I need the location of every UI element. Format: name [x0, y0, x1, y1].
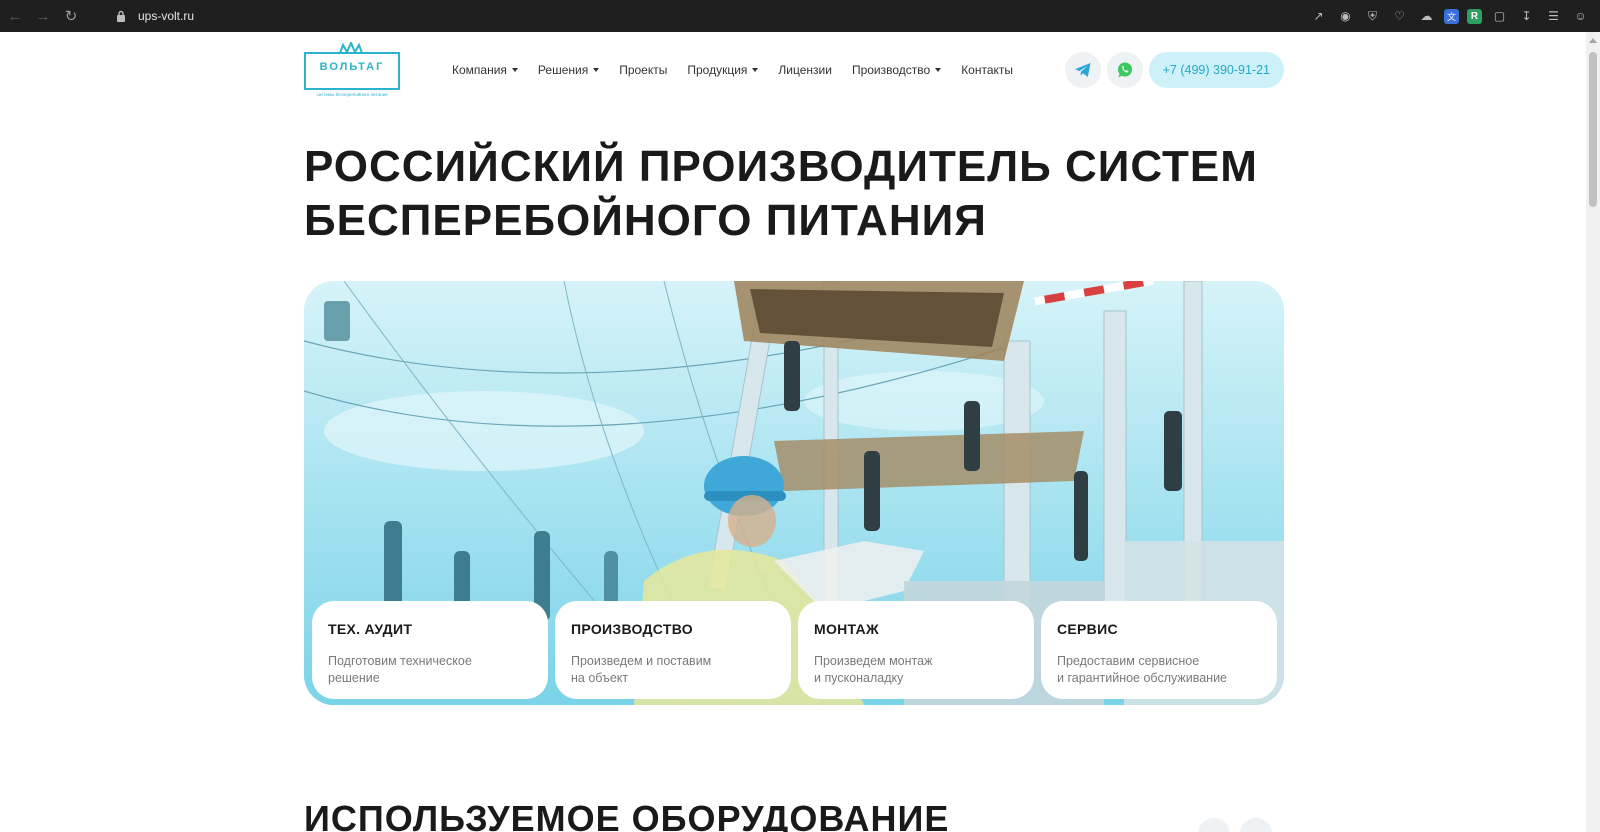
telegram-icon — [1074, 63, 1091, 77]
service-card-service[interactable]: СЕРВИС Предоставим сервисное и гарантийн… — [1041, 601, 1277, 699]
caret-down-icon — [593, 68, 600, 72]
slider-prev-button[interactable] — [1198, 818, 1230, 832]
logo-tagline: системы бесперебойного питания — [316, 92, 388, 97]
shield-icon[interactable]: ⛨ — [1363, 7, 1382, 26]
nav-item-company[interactable]: Компания — [452, 63, 518, 77]
hero-banner: ТЕХ. АУДИТ Подготовим техническое решени… — [304, 281, 1284, 705]
nav-item-licenses[interactable]: Лицензии — [778, 63, 832, 77]
page-title-line2: БЕСПЕРЕБОЙНОГО ПИТАНИЯ — [304, 196, 987, 245]
service-card-title: СЕРВИС — [1057, 621, 1118, 637]
whatsapp-icon — [1117, 62, 1132, 78]
nav-label: Контакты — [961, 63, 1014, 77]
service-card-desc: Предоставим сервисное и гарантийное обсл… — [1057, 654, 1228, 685]
forward-icon[interactable]: → — [30, 3, 56, 29]
nav-item-contacts[interactable]: Контакты — [961, 63, 1013, 77]
extension-r-icon[interactable]: R — [1467, 8, 1482, 24]
reload-icon[interactable]: ↻ — [58, 3, 84, 29]
caret-down-icon — [752, 68, 759, 72]
logo[interactable]: ВОЛЬТАГ системы бесперебойного питания — [304, 42, 400, 98]
nav-label: Производство — [851, 63, 931, 77]
nav-label: Компания — [452, 63, 507, 77]
nav-item-products[interactable]: Продукция — [687, 63, 759, 77]
site-header: ВОЛЬТАГ системы бесперебойного питания К… — [304, 42, 1284, 98]
service-card-desc: Произведем и поставим на объект — [571, 654, 712, 685]
nav-label: Решения — [537, 63, 589, 77]
service-card-desc: Произведем монтаж и пусконаладку — [814, 654, 933, 685]
main-nav: Компания Решения Проекты Продукция Лицен… — [452, 63, 1013, 77]
caret-down-icon — [511, 68, 518, 72]
nav-label: Продукция — [687, 63, 748, 77]
equipment-slider-controls — [1198, 818, 1272, 832]
nav-item-projects[interactable]: Проекты — [619, 63, 667, 77]
service-card-title: МОНТАЖ — [814, 621, 879, 637]
page-title: РОССИЙСКИЙ ПРОИЗВОДИТЕЛЬ СИСТЕМ БЕСПЕРЕБ… — [304, 140, 1304, 248]
menu-lines-icon[interactable]: ☰ — [1544, 7, 1563, 26]
camera-icon[interactable]: ◉ — [1336, 7, 1355, 26]
page-scrollbar[interactable] — [1586, 32, 1600, 832]
service-card-installation[interactable]: МОНТАЖ Произведем монтаж и пусконаладку — [798, 601, 1034, 699]
service-card-title: ТЕХ. АУДИТ — [328, 621, 413, 637]
cloud-icon[interactable]: ☁ — [1417, 7, 1436, 26]
translate-icon[interactable]: 文 — [1444, 8, 1459, 24]
caret-down-icon — [935, 68, 942, 72]
telegram-button[interactable] — [1064, 52, 1101, 88]
scroll-up-icon[interactable] — [1589, 38, 1597, 43]
slider-next-button[interactable] — [1240, 818, 1272, 832]
whatsapp-button[interactable] — [1106, 52, 1143, 88]
logo-word: ВОЛЬТАГ — [319, 61, 385, 73]
equipment-section-title: ИСПОЛЬЗУЕМОЕ ОБОРУДОВАНИЕ — [304, 798, 950, 832]
service-card-audit[interactable]: ТЕХ. АУДИТ Подготовим техническое решени… — [312, 601, 548, 699]
cube-icon[interactable]: ▢ — [1490, 7, 1509, 26]
nav-label: Лицензии — [778, 63, 832, 77]
nav-label: Проекты — [619, 63, 668, 77]
service-card-title: ПРОИЗВОДСТВО — [571, 621, 693, 637]
nav-item-solutions[interactable]: Решения — [537, 63, 600, 77]
address-bar[interactable]: ups-volt.ru — [138, 9, 194, 23]
nav-item-manufacturing[interactable]: Производство — [851, 63, 942, 77]
scrollbar-thumb[interactable] — [1589, 52, 1597, 207]
lock-icon[interactable] — [114, 9, 128, 23]
browser-toolbar: ← → ↻ ups-volt.ru ↗ ◉ ⛨ ♡ ☁ 文 R ▢ ↧ ☰ ☺ — [0, 0, 1600, 32]
heart-icon[interactable]: ♡ — [1390, 7, 1409, 26]
page-title-line1: РОССИЙСКИЙ ПРОИЗВОДИТЕЛЬ СИСТЕМ — [304, 142, 1258, 191]
download-icon[interactable]: ↧ — [1517, 7, 1536, 26]
phone-button[interactable]: +7 (499) 390-91-21 — [1148, 52, 1284, 88]
service-card-production[interactable]: ПРОИЗВОДСТВО Произведем и поставим на об… — [555, 601, 791, 699]
profile-icon[interactable]: ☺ — [1571, 7, 1590, 26]
service-card-desc: Подготовим техническое решение — [328, 654, 472, 685]
share-icon[interactable]: ↗ — [1309, 7, 1328, 26]
header-contacts: +7 (499) 390-91-21 — [1064, 52, 1284, 88]
back-icon[interactable]: ← — [2, 3, 28, 29]
